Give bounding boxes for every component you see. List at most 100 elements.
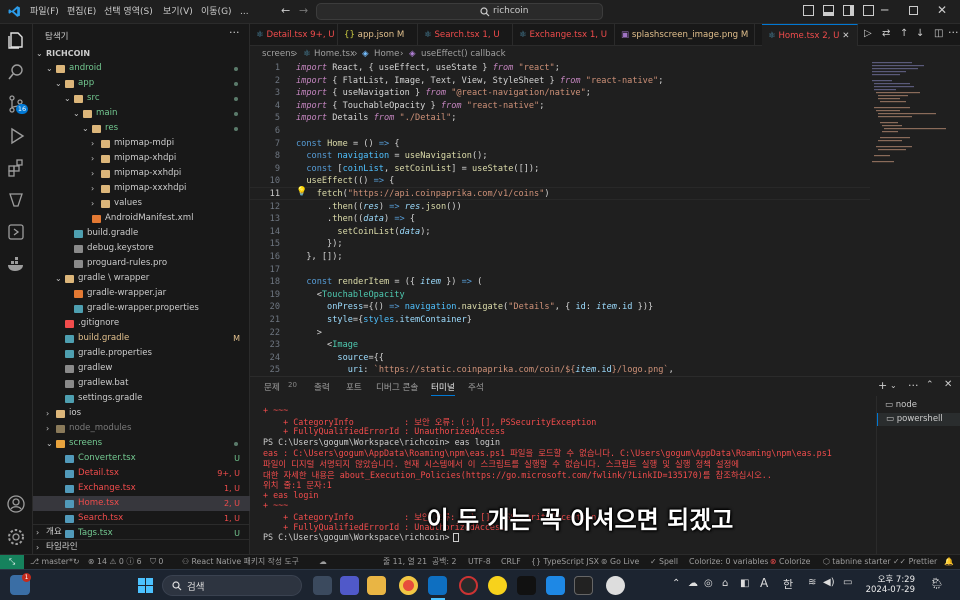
tree-folder[interactable]: ⌄ main (33, 106, 250, 121)
tree-folder[interactable]: › node_modules (33, 421, 250, 436)
tab-home[interactable]: ⚛ Home.tsx 2, U ✕ (762, 24, 858, 46)
breadcrumb-callback[interactable]: useEffect() callback (421, 46, 506, 62)
tree-file[interactable]: gradlew.bat (33, 376, 250, 391)
more-actions-icon[interactable]: ··· (948, 26, 959, 39)
vscode-taskbar-icon[interactable] (428, 576, 447, 595)
tree-file[interactable]: AndroidManifest.xml (33, 211, 250, 226)
sync-icon[interactable]: ↻ (73, 555, 80, 569)
tab-terminal[interactable]: 터미널 (431, 381, 455, 396)
tree-file[interactable]: Converter.tsx U (33, 451, 250, 466)
menu-edit[interactable]: 편집(E) (67, 0, 96, 24)
tab-output[interactable]: 출력 (314, 381, 330, 393)
split-editor-icon[interactable]: ◫ (934, 28, 943, 39)
testing-icon[interactable] (6, 190, 26, 210)
app-icon[interactable] (517, 576, 536, 595)
breadcrumb-symbol[interactable]: Home (374, 46, 399, 62)
extensions-icon[interactable] (6, 158, 26, 178)
clock-date[interactable]: 2024-07-29 (858, 585, 915, 595)
menu-selection[interactable]: 선택 영역(S) (104, 0, 153, 24)
cursor-position[interactable]: 줄 11, 열 21 (383, 555, 427, 569)
tree-file[interactable]: Exchange.tsx 1, U (33, 481, 250, 496)
terminal-dropdown-icon[interactable]: ⌄ (890, 381, 897, 390)
menu-view[interactable]: 보기(V) (163, 0, 193, 24)
terminal-node[interactable]: ▭ node (885, 400, 917, 410)
branch-status[interactable]: ⎇ master* (30, 555, 73, 569)
tree-file[interactable]: build.gradle (33, 226, 250, 241)
golive-status[interactable]: ⊚ Go Live (601, 555, 639, 569)
tab-app-json[interactable]: {} app.json M (338, 24, 418, 46)
account-icon[interactable] (6, 494, 26, 514)
tray-app-icon[interactable]: ◧ (740, 578, 749, 589)
prettier-status[interactable]: ✓✓ Prettier (893, 555, 937, 569)
workspace-root[interactable]: ⌄ RICHCOIN (33, 46, 250, 61)
terminal-app-icon[interactable] (574, 576, 593, 595)
tree-folder[interactable]: › ios (33, 406, 250, 421)
new-terminal-icon[interactable]: + (878, 379, 887, 392)
nav-back-icon[interactable]: ← (281, 4, 290, 17)
toggle-sidebar-icon[interactable] (803, 5, 814, 16)
extension-status-icon[interactable]: ☁ (319, 555, 327, 569)
volume-icon[interactable]: ◀) (823, 577, 835, 588)
indentation-status[interactable]: 공백: 2 (432, 555, 456, 569)
input-mode-a[interactable]: A (760, 576, 768, 590)
tree-folder[interactable]: ⌄ screens (33, 436, 250, 451)
tab-ports[interactable]: 포트 (346, 381, 362, 393)
previous-change-icon[interactable]: ↑ (900, 28, 908, 39)
ports-status[interactable]: ⛉ 0 (150, 555, 163, 569)
customize-layout-icon[interactable] (863, 5, 874, 16)
explorer-icon[interactable] (6, 30, 26, 50)
terminal-powershell[interactable]: ▭ powershell (877, 413, 960, 426)
tree-folder[interactable]: ⌄ gradle \ wrapper (33, 271, 250, 286)
close-window-icon[interactable]: ✕ (937, 3, 947, 17)
tree-folder[interactable]: › mipmap-xxhdpi (33, 166, 250, 181)
remote-explorer-icon[interactable] (6, 222, 26, 242)
windows-start-icon[interactable] (138, 578, 153, 593)
tree-file[interactable]: gradle-wrapper.jar (33, 286, 250, 301)
maximize-icon[interactable] (909, 6, 918, 15)
chevron-down-icon[interactable]: ⌄ (55, 271, 62, 286)
tree-file[interactable]: gradlew (33, 361, 250, 376)
input-mode-hangul[interactable]: 한 (783, 576, 793, 592)
chevron-right-icon[interactable]: › (91, 181, 94, 196)
tree-folder[interactable]: › mipmap-xxxhdpi (33, 181, 250, 196)
file-explorer-icon[interactable] (367, 576, 386, 595)
chevron-right-icon[interactable]: › (91, 196, 94, 211)
chevron-down-icon[interactable]: ⌄ (55, 76, 62, 91)
tab-debug-console[interactable]: 디버그 콘솔 (376, 381, 418, 393)
docker-icon[interactable] (6, 254, 26, 274)
tree-file[interactable]: Detail.tsx 9+, U (33, 466, 250, 481)
tab-splashscreen[interactable]: ▣ splashscreen_image.png M (615, 24, 755, 46)
teams-icon[interactable] (340, 576, 359, 595)
minimize-icon[interactable]: ─ (881, 3, 888, 17)
settings-gear-icon[interactable] (6, 527, 26, 547)
tab-problems[interactable]: 문제 (264, 381, 280, 393)
menu-file[interactable]: 파일(F) (30, 0, 59, 24)
react-native-status[interactable]: ⚇ React Native 패키지 작성 도구 (182, 555, 299, 569)
tree-folder[interactable]: ⌄ app (33, 76, 250, 91)
chevron-down-icon[interactable]: ⌄ (46, 61, 53, 76)
tree-file[interactable]: Home.tsx 2, U (33, 496, 250, 511)
app-icon[interactable] (606, 576, 625, 595)
toggle-secondary-sidebar-icon[interactable] (843, 5, 854, 16)
breadcrumb-folder[interactable]: screens (262, 46, 295, 62)
toggle-panel-icon[interactable] (823, 5, 834, 16)
tree-folder[interactable]: › mipmap-xhdpi (33, 151, 250, 166)
remote-indicator-icon[interactable]: ⤡ (0, 555, 24, 569)
chevron-right-icon[interactable]: › (46, 406, 49, 421)
problems-status[interactable]: ⊗ 14 ⚠ 0 ⓘ 6 (88, 555, 142, 569)
code-editor[interactable]: 1 2 3 4 5 6 7 8 9 10 11 12 13 14 15 16 17 18 19 20 21 22 23 24 2… (250, 62, 960, 376)
close-panel-icon[interactable]: ✕ (944, 379, 952, 390)
breadcrumb-file[interactable]: Home.tsx (314, 46, 355, 62)
colorize-status[interactable]: ⊗ Colorize (770, 555, 810, 569)
tree-folder[interactable]: › mipmap-mdpi (33, 136, 250, 151)
tray-overflow-icon[interactable]: ⌃ (672, 578, 680, 589)
notification-center-icon[interactable]: 🌦 (930, 577, 944, 590)
chevron-right-icon[interactable]: › (91, 166, 94, 181)
run-debug-icon[interactable] (6, 126, 26, 146)
tab-exchange[interactable]: ⚛ Exchange.tsx 1, U (513, 24, 615, 46)
tree-file[interactable]: debug.keystore (33, 241, 250, 256)
tray-app-icon[interactable]: ☁ (688, 578, 698, 589)
tree-folder[interactable]: › values (33, 196, 250, 211)
nav-forward-icon[interactable]: → (299, 4, 308, 17)
tab-search[interactable]: ⚛ Search.tsx 1, U (418, 24, 513, 46)
